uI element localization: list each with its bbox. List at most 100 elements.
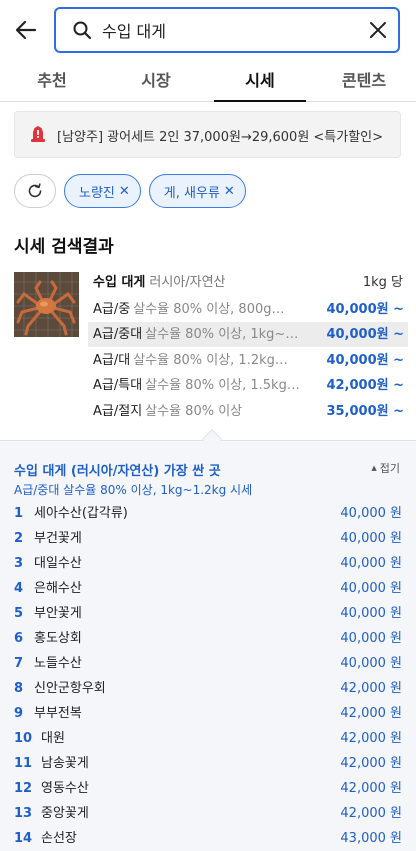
filter-chip-crab-shrimp[interactable]: 게, 새우류 ✕: [148, 174, 246, 208]
shop-price: 40,000 원: [340, 556, 402, 571]
shop-row[interactable]: 5 부안꽃게 40,000 원: [14, 601, 404, 626]
shop-price: 43,000 원: [340, 831, 402, 846]
warning-icon: [31, 126, 45, 142]
shop-row[interactable]: 3 대일수산 40,000 원: [14, 551, 404, 576]
notice-banner[interactable]: [남양주] 광어세트 2인 37,000원→29,600원 <특가할인>: [14, 111, 401, 158]
grade-desc: 살수율 80% 이상: [145, 404, 243, 419]
fold-button[interactable]: ▲ 접기: [371, 460, 400, 476]
product-image[interactable]: [14, 272, 79, 337]
shop-rank: 14: [14, 831, 33, 846]
grade-row[interactable]: A급/절지 살수율 80% 이상 35,000원 ~: [88, 399, 408, 424]
grade-price: 35,000원 ~: [326, 404, 404, 419]
grade-price: 40,000원 ~: [326, 353, 404, 368]
filter-chip-noryangjin[interactable]: 노량진 ✕: [64, 174, 141, 208]
grade-label: A급/대: [93, 353, 131, 368]
panel-subtitle: A급/중대 살수율 80% 이상, 1kg~1.2kg 시세: [14, 483, 253, 497]
clear-search-button[interactable]: [368, 20, 388, 44]
panel-title: 수입 대게 (러시아/자연산) 가장 싼 곳: [14, 464, 221, 479]
grade-label: A급/특대: [93, 378, 143, 393]
reset-filter-button[interactable]: [14, 174, 56, 208]
caret-up-icon: ▲: [371, 464, 377, 472]
grade-desc: 살수율 80% 이상, 1.2kg~1....: [133, 353, 288, 368]
shop-row[interactable]: 2 부건꽃게 40,000 원: [14, 526, 404, 551]
shop-name: 부부전복: [34, 706, 82, 721]
price-unit: 1kg 당: [362, 275, 403, 290]
arrow-left-icon: [15, 20, 37, 40]
search-header: [0, 0, 416, 62]
fold-label: 접기: [379, 462, 400, 475]
shop-row[interactable]: 11 남송꽃게 42,000 원: [14, 751, 404, 776]
shop-name: 손선장: [41, 831, 77, 846]
shop-name: 대원: [41, 731, 65, 746]
notice-text: [남양주] 광어세트 2인 37,000원→29,600원 <특가할인>: [57, 130, 384, 145]
shop-row[interactable]: 12 영동수산 42,000 원: [14, 776, 404, 801]
shop-rank: 2: [14, 531, 24, 546]
shop-name: 세아수산(갑각류): [34, 506, 128, 521]
shop-row[interactable]: 8 신안군항우회 42,000 원: [14, 676, 404, 701]
grade-row[interactable]: A급/특대 살수율 80% 이상, 1.5kg ... 42,000원 ~: [88, 373, 408, 398]
shop-price: 40,000 원: [340, 631, 402, 646]
item-name: 수입 대게: [93, 275, 146, 290]
shop-rank: 3: [14, 556, 24, 571]
shop-price: 40,000 원: [340, 606, 402, 621]
shop-price: 42,000 원: [340, 756, 402, 771]
grade-row[interactable]: A급/중살수율 80% 이상, 800g~1kg 40,000원 ~: [88, 297, 408, 322]
grade-price: 40,000원 ~: [326, 302, 404, 317]
grade-label: A급/중: [93, 302, 131, 317]
shop-rank: 1: [14, 506, 24, 521]
shop-name: 은해수산: [34, 581, 82, 596]
shop-row[interactable]: 7 노들수산 40,000 원: [14, 651, 404, 676]
filter-bar: 노량진 ✕ 게, 새우류 ✕: [14, 174, 246, 208]
grade-row[interactable]: A급/대살수율 80% 이상, 1.2kg~1.... 40,000원 ~: [88, 348, 408, 373]
search-box[interactable]: [54, 7, 400, 53]
grade-desc: 살수율 80% 이상, 1kg~1....: [145, 327, 301, 342]
search-input[interactable]: [102, 18, 352, 42]
tab-price[interactable]: 시세: [208, 62, 312, 102]
shop-name: 부건꽃게: [34, 531, 82, 546]
shop-price: 40,000 원: [340, 506, 402, 521]
search-icon: [73, 21, 92, 40]
grade-desc: 살수율 80% 이상, 800g~1kg: [133, 302, 288, 317]
shop-rank: 11: [14, 756, 33, 771]
shop-row[interactable]: 9 부부전복 42,000 원: [14, 701, 404, 726]
shop-row[interactable]: 1 세아수산(갑각류) 40,000 원: [14, 501, 404, 526]
shop-price: 42,000 원: [340, 731, 402, 746]
grade-label: A급/중대: [93, 327, 143, 342]
close-icon: [370, 22, 386, 38]
tab-contents[interactable]: 콘텐츠: [312, 62, 416, 101]
shop-name: 영동수산: [41, 781, 89, 796]
remove-chip-icon[interactable]: ✕: [224, 184, 235, 199]
shop-rank: 5: [14, 606, 24, 621]
remove-chip-icon[interactable]: ✕: [119, 184, 130, 199]
shop-rank: 8: [14, 681, 24, 696]
grade-label: A급/절지: [93, 404, 143, 419]
shop-row[interactable]: 13 중앙꽃게 42,000 원: [14, 801, 404, 826]
tab-recommend[interactable]: 추천: [0, 62, 104, 101]
shop-price: 42,000 원: [340, 806, 402, 821]
shop-row[interactable]: 14 손선장 43,000 원: [14, 826, 404, 851]
chip-label: 게, 새우류: [163, 185, 220, 201]
shop-price: 42,000 원: [340, 706, 402, 721]
shop-row[interactable]: 6 홍도상회 40,000 원: [14, 626, 404, 651]
shop-name: 노들수산: [34, 656, 82, 671]
results-title: 시세 검색결과: [14, 237, 114, 257]
shop-rank: 7: [14, 656, 24, 671]
shop-rank: 13: [14, 806, 33, 821]
shop-name: 신안군항우회: [34, 681, 106, 696]
back-button[interactable]: [12, 16, 40, 44]
shop-row[interactable]: 4 은해수산 40,000 원: [14, 576, 404, 601]
shop-row[interactable]: 10 대원 42,000 원: [14, 726, 404, 751]
item-header: 수입 대게 러시아/자연산 1kg 당: [93, 271, 403, 293]
grade-row-selected[interactable]: A급/중대 살수율 80% 이상, 1kg~1.... 40,000원 ~: [88, 322, 408, 347]
shop-name: 홍도상회: [34, 631, 82, 646]
shop-rank: 12: [14, 781, 33, 796]
shop-price: 42,000 원: [340, 681, 402, 696]
grade-desc: 살수율 80% 이상, 1.5kg ...: [145, 378, 301, 393]
tab-bar: 추천 시장 시세 콘텐츠: [0, 62, 416, 102]
crab-image: [14, 272, 79, 337]
shop-rank: 4: [14, 581, 24, 596]
refresh-icon: [28, 183, 42, 198]
tab-market[interactable]: 시장: [104, 62, 208, 101]
cheapest-shops-panel: 수입 대게 (러시아/자연산) 가장 싼 곳 ▲ 접기 A급/중대 살수율 80%…: [0, 440, 416, 851]
shop-rank: 6: [14, 631, 24, 646]
